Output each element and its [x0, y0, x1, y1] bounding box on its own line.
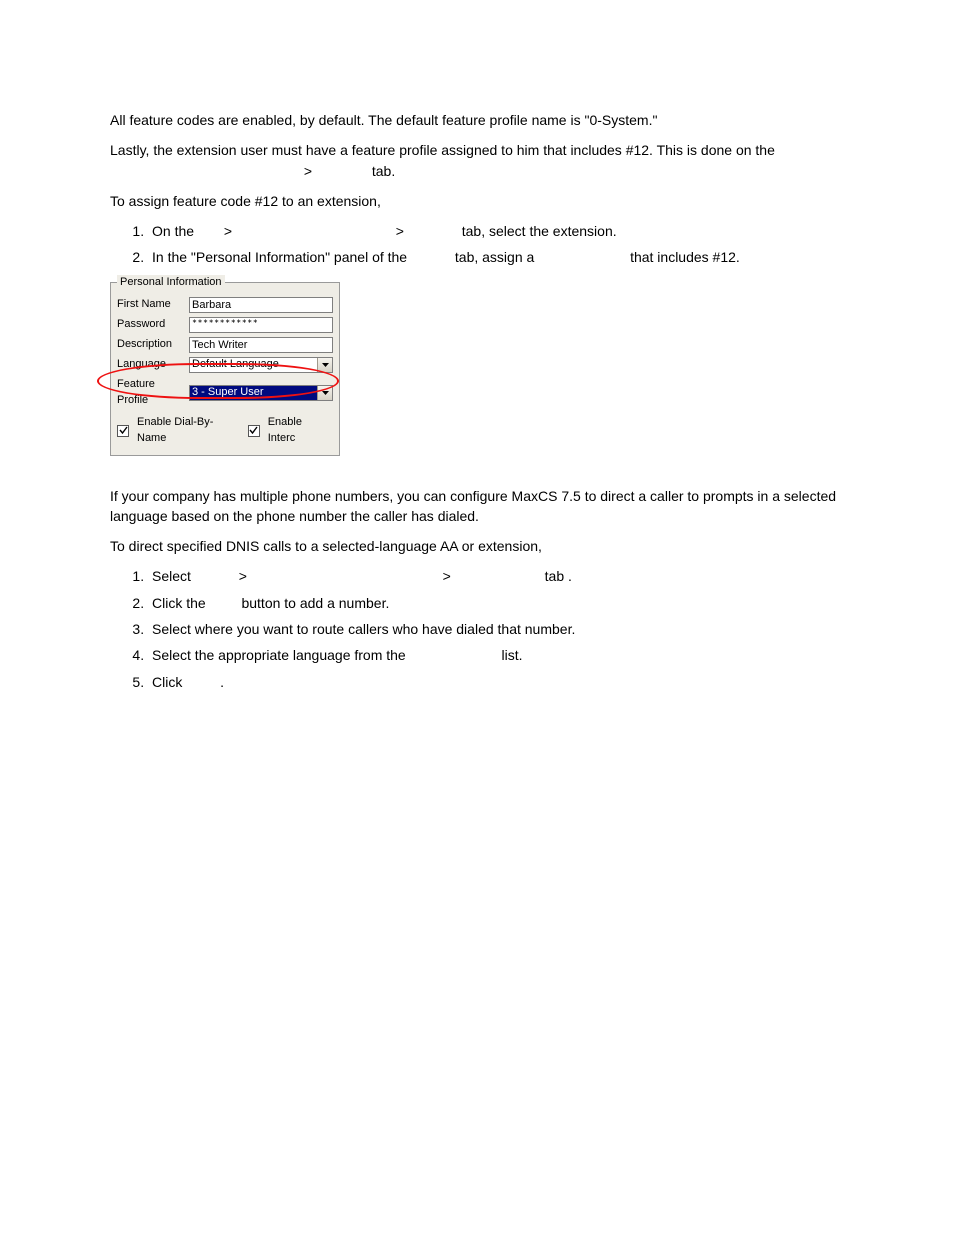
label-description: Description — [117, 337, 189, 353]
row-first-name: First Name Barbara — [117, 297, 333, 313]
label-feature-profile: Feature Profile — [117, 377, 189, 409]
combo-feature-profile-text: 3 - Super User — [190, 386, 317, 400]
text: that includes #12. — [630, 249, 740, 265]
text: Click — [152, 674, 186, 690]
checkbox-dial-by-name[interactable] — [117, 425, 129, 437]
text: Lastly, the extension user must have a f… — [110, 142, 775, 158]
row-checkboxes: Enable Dial-By-Name Enable Interc — [117, 415, 333, 447]
row-feature-profile: Feature Profile 3 - Super User — [117, 377, 333, 409]
text: tab, assign a — [455, 249, 538, 265]
row-description: Description Tech Writer — [117, 337, 333, 353]
input-first-name[interactable]: Barbara — [189, 297, 333, 313]
text: button to add a number. — [241, 595, 389, 611]
text: tab, select the extension. — [462, 223, 617, 239]
text: In the "Personal Information" panel of t… — [152, 249, 411, 265]
list-item: Click the button to add a number. — [148, 593, 859, 613]
label-first-name: First Name — [117, 297, 189, 313]
text: Select — [152, 568, 195, 584]
text: On the — [152, 223, 198, 239]
input-password[interactable]: ∗∗∗∗∗∗∗∗∗∗∗∗ — [189, 317, 333, 333]
list-item: Select the appropriate language from the… — [148, 645, 859, 665]
text: > — [443, 568, 455, 584]
label-intercom: Enable Interc — [268, 415, 327, 447]
list-item: On the > > tab, select the extension. — [148, 221, 859, 241]
chevron-down-icon[interactable] — [317, 358, 332, 372]
text: > — [224, 223, 236, 239]
text: . — [220, 674, 224, 690]
combo-feature-profile[interactable]: 3 - Super User — [189, 385, 333, 401]
input-description[interactable]: Tech Writer — [189, 337, 333, 353]
paragraph-dnis-steps-intro: To direct specified DNIS calls to a sele… — [110, 536, 859, 556]
label-dial-by-name: Enable Dial-By-Name — [137, 415, 234, 447]
chevron-down-icon[interactable] — [317, 386, 332, 400]
fieldset-legend: Personal Information — [117, 275, 225, 291]
list-item: Select > > tab . — [148, 566, 859, 586]
paragraph-intro: All feature codes are enabled, by defaul… — [110, 110, 859, 130]
label-language: Language — [117, 357, 189, 373]
text: Click the — [152, 595, 210, 611]
paragraph-dnis-intro: If your company has multiple phone numbe… — [110, 486, 859, 527]
text: tab. — [372, 163, 395, 179]
label-password: Password — [117, 317, 189, 333]
personal-info-panel-wrap: Personal Information First Name Barbara … — [110, 282, 859, 456]
text: > — [396, 223, 408, 239]
text: list. — [502, 647, 523, 663]
text: tab . — [545, 568, 572, 584]
text: > — [304, 163, 316, 179]
paragraph-profile-path: Lastly, the extension user must have a f… — [110, 140, 859, 181]
page: All feature codes are enabled, by defaul… — [0, 0, 954, 1235]
list-item: In the "Personal Information" panel of t… — [148, 247, 859, 267]
personal-info-fieldset: Personal Information First Name Barbara … — [110, 282, 340, 456]
combo-language-text: Default Language — [190, 358, 317, 372]
row-password: Password ∗∗∗∗∗∗∗∗∗∗∗∗ — [117, 317, 333, 333]
text: Select the appropriate language from the — [152, 647, 410, 663]
paragraph-assign-intro: To assign feature code #12 to an extensi… — [110, 191, 859, 211]
combo-language[interactable]: Default Language — [189, 357, 333, 373]
list-assign-steps: On the > > tab, select the extension. In… — [110, 221, 859, 268]
list-dnis-steps: Select > > tab . Click the button to add… — [110, 566, 859, 691]
list-item: Click . — [148, 672, 859, 692]
text: > — [239, 568, 251, 584]
list-item: Select where you want to route callers w… — [148, 619, 859, 639]
checkbox-intercom[interactable] — [248, 425, 260, 437]
row-language: Language Default Language — [117, 357, 333, 373]
